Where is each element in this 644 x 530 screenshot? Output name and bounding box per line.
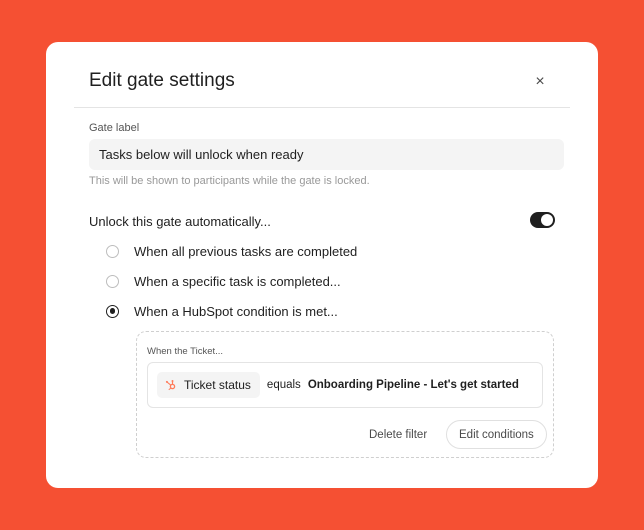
gate-label-input[interactable] bbox=[89, 139, 564, 170]
edit-gate-modal: Edit gate settings × Gate label This wil… bbox=[46, 42, 598, 488]
radio-button[interactable] bbox=[106, 244, 119, 258]
radio-option-label: When all previous tasks are completed bbox=[134, 243, 358, 259]
gate-label-heading: Gate label bbox=[89, 122, 140, 134]
radio-option-label: When a specific task is completed... bbox=[134, 273, 341, 289]
modal-title: Edit gate settings bbox=[89, 70, 235, 91]
hubspot-condition-box: When the Ticket... Ticket status equals … bbox=[136, 331, 554, 458]
radio-option-all-previous[interactable]: When all previous tasks are completed bbox=[106, 241, 357, 261]
radio-option-hubspot-condition[interactable]: When a HubSpot condition is met... bbox=[106, 301, 338, 321]
radio-option-label: When a HubSpot condition is met... bbox=[134, 303, 338, 319]
radio-option-specific-task[interactable]: When a specific task is completed... bbox=[106, 271, 341, 291]
filter-card: Ticket status equals Onboarding Pipeline… bbox=[147, 362, 543, 408]
modal-header: Edit gate settings × bbox=[74, 56, 570, 108]
auto-unlock-label: Unlock this gate automatically... bbox=[89, 214, 271, 229]
delete-filter-button[interactable]: Delete filter bbox=[369, 429, 427, 441]
filter-value: Onboarding Pipeline - Let's get started bbox=[307, 379, 519, 391]
property-name: Ticket status bbox=[184, 378, 251, 392]
auto-unlock-toggle[interactable] bbox=[530, 212, 555, 228]
toggle-knob bbox=[541, 214, 553, 226]
close-icon[interactable]: × bbox=[530, 72, 550, 92]
hubspot-icon bbox=[165, 380, 176, 391]
gate-label-hint: This will be shown to participants while… bbox=[89, 175, 370, 187]
condition-object-label: When the Ticket... bbox=[147, 346, 224, 357]
radio-button-selected[interactable] bbox=[106, 304, 119, 318]
radio-button[interactable] bbox=[106, 274, 119, 288]
property-pill[interactable]: Ticket status bbox=[157, 372, 260, 398]
edit-conditions-button[interactable]: Edit conditions bbox=[446, 420, 547, 449]
filter-operator: equals bbox=[266, 379, 301, 391]
